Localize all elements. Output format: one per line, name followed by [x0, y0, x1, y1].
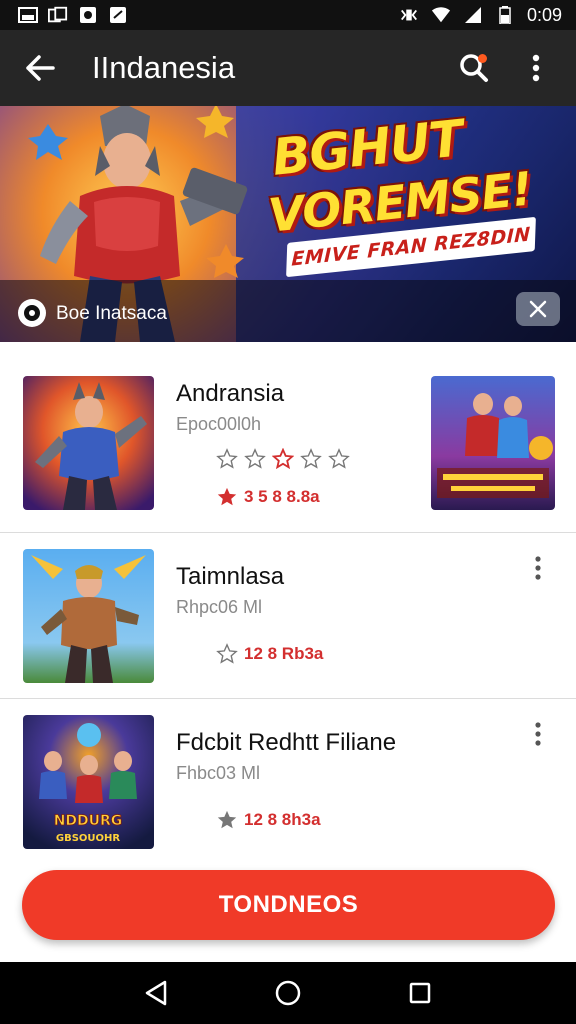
item-subtitle: Rhpc06 Ml: [176, 597, 263, 617]
promo-banner[interactable]: BGHUT VOREMSE! EMIVE FRAN REZ8DIN Boe In…: [0, 106, 576, 342]
camera-icon: [108, 6, 128, 24]
home-circle-icon: [275, 980, 301, 1006]
app-bar: IIndanesia: [0, 30, 576, 106]
more-vert-icon: [532, 54, 540, 82]
banner-logo-icon: [18, 299, 46, 327]
rating-text: 12 8 8h3a: [244, 810, 321, 829]
cards-icon: [48, 6, 68, 24]
item-title: Taimnlasa: [176, 563, 285, 590]
item-title: Andransia: [176, 380, 285, 407]
star-filled-icon: [272, 448, 294, 470]
item-more-button[interactable]: [526, 553, 550, 583]
nav-back-button[interactable]: [131, 968, 181, 1018]
status-bar: 0:09: [0, 0, 576, 30]
notification-dot: [478, 54, 487, 63]
close-icon: [529, 300, 547, 318]
rating-text: 3 5 8 8.8a: [244, 487, 320, 506]
recents-square-icon: [409, 982, 431, 1004]
star-outline-icon: [216, 643, 238, 664]
badge-star-icon: [217, 487, 237, 506]
battery-icon: [495, 6, 515, 24]
item-more-button[interactable]: [526, 719, 550, 749]
banner-close-button[interactable]: [516, 292, 560, 326]
star-outline-icon: [328, 448, 350, 469]
status-right-icons: 0:09: [399, 5, 562, 26]
star-outline-icon: [300, 448, 322, 469]
app-title: IIndanesia: [92, 50, 236, 85]
search-button[interactable]: [452, 46, 496, 90]
item-subtitle: Epoc00l0h: [176, 414, 262, 434]
svg-text:GBSOUOHR: GBSOUOHR: [56, 833, 121, 844]
primary-cta-button[interactable]: TONDNEOS: [22, 870, 555, 940]
app-side-thumbnail: [431, 376, 555, 510]
app-thumbnail: NDDURG GBSOUOHR: [23, 715, 154, 849]
nav-home-button[interactable]: [263, 968, 313, 1018]
more-vert-icon: [535, 722, 541, 746]
rating-text: 12 8 Rb3a: [244, 644, 324, 663]
cta-label: TONDNEOS: [218, 891, 359, 918]
banner-caption: Boe Inatsaca: [56, 303, 167, 324]
arrow-left-icon: [26, 55, 55, 81]
gear-star-icon: [217, 810, 237, 829]
list-item[interactable]: Andransia Epoc00l0h 3 5 8 8.8a: [0, 342, 576, 532]
status-left-icons: [18, 6, 128, 24]
item-subtitle: Fhbc03 Ml: [176, 763, 261, 783]
star-outline-icon: [216, 448, 238, 469]
rating-row: 12 8 8h3a: [216, 809, 321, 831]
shield-icon: [78, 6, 98, 24]
more-options-button[interactable]: [514, 46, 558, 90]
signal-icon: [463, 6, 483, 24]
app-thumbnail: [23, 549, 154, 683]
status-time: 0:09: [526, 4, 562, 25]
star-outline-icon: [244, 448, 266, 469]
star-rating: [216, 448, 350, 470]
nav-recents-button[interactable]: [395, 968, 445, 1018]
image-icon: [18, 6, 38, 24]
list-item[interactable]: NDDURG GBSOUOHR Fdcbit Redhtt Filiane Fh…: [0, 698, 576, 864]
svg-text:NDDURG: NDDURG: [54, 813, 123, 829]
item-title: Fdcbit Redhtt Filiane: [176, 729, 397, 756]
back-triangle-icon: [145, 980, 167, 1006]
system-nav-bar: [0, 962, 576, 1024]
app-thumbnail: [23, 376, 154, 510]
rating-row: 3 5 8 8.8a: [216, 486, 320, 508]
app-list: Andransia Epoc00l0h 3 5 8 8.8a Taimnlasa…: [0, 342, 576, 864]
rating-row: 12 8 Rb3a: [216, 643, 323, 665]
wifi-icon: [431, 6, 451, 24]
more-vert-icon: [535, 556, 541, 580]
list-item[interactable]: Taimnlasa Rhpc06 Ml 12 8 Rb3a: [0, 532, 576, 698]
vibrate-icon: [399, 6, 419, 24]
back-button[interactable]: [18, 46, 62, 90]
